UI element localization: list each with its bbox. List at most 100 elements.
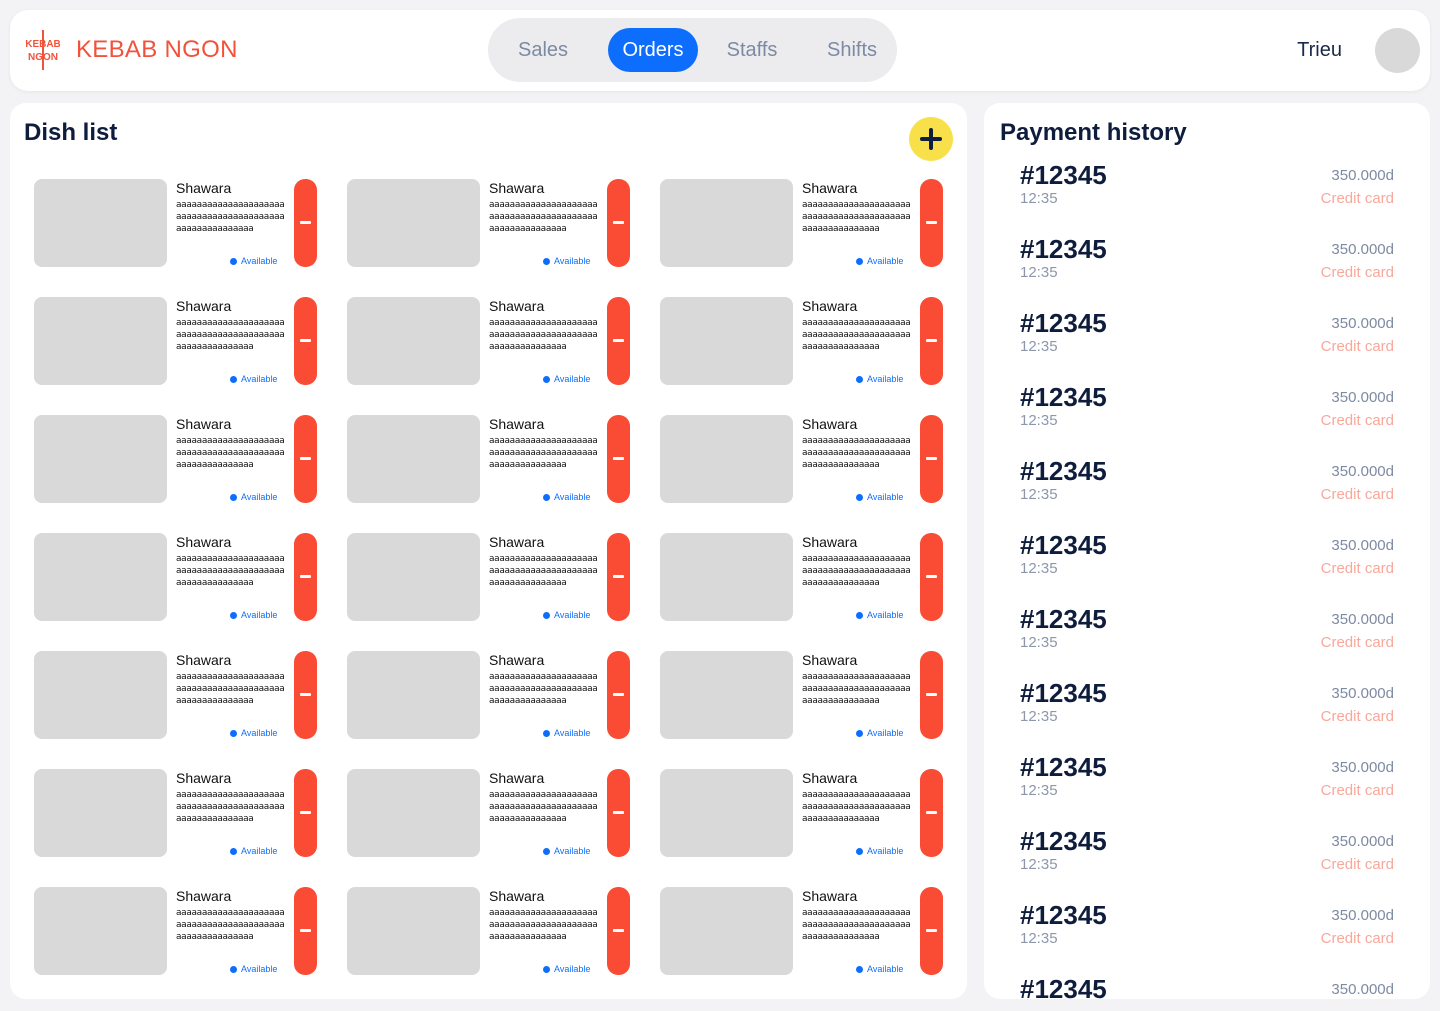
remove-dish-button[interactable] bbox=[607, 887, 630, 975]
dish-card[interactable]: Shawara aaaaaaaaaaaaaaaaaaaaaaaaaaaaaaaaa… bbox=[347, 415, 632, 533]
dish-image bbox=[660, 297, 793, 385]
payment-row[interactable]: #1234512:35350.000dCredit card bbox=[984, 678, 1430, 752]
dish-status: Available bbox=[230, 846, 277, 856]
remove-dish-button[interactable] bbox=[607, 769, 630, 857]
dish-card[interactable]: Shawara aaaaaaaaaaaaaaaaaaaaaaaaaaaaaaaaa… bbox=[34, 887, 319, 999]
dish-card[interactable]: Shawara aaaaaaaaaaaaaaaaaaaaaaaaaaaaaaaaa… bbox=[660, 533, 945, 651]
dish-card[interactable]: Shawara aaaaaaaaaaaaaaaaaaaaaaaaaaaaaaaaa… bbox=[660, 651, 945, 769]
payment-row[interactable]: #1234512:35350.000dCredit card bbox=[984, 530, 1430, 604]
payment-row[interactable]: #1234512:35350.000dCredit card bbox=[984, 382, 1430, 456]
dish-status-label: Available bbox=[241, 728, 278, 738]
order-id: #12345 bbox=[1020, 308, 1107, 338]
dish-card[interactable]: Shawara aaaaaaaaaaaaaaaaaaaaaaaaaaaaaaaaa… bbox=[347, 297, 632, 415]
dish-name: Shawara bbox=[489, 888, 545, 904]
dish-card[interactable]: Shawara aaaaaaaaaaaaaaaaaaaaaaaaaaaaaaaaa… bbox=[34, 769, 319, 887]
status-dot-icon bbox=[856, 847, 863, 855]
dish-description: aaaaaaaaaaaaaaaaaaaaaaaaaaaaaaaaaaaaaaaa… bbox=[176, 318, 285, 352]
remove-dish-button[interactable] bbox=[920, 297, 943, 385]
dish-card[interactable]: Shawara aaaaaaaaaaaaaaaaaaaaaaaaaaaaaaaaa… bbox=[660, 415, 945, 533]
dish-card[interactable]: Shawara aaaaaaaaaaaaaaaaaaaaaaaaaaaaaaaaa… bbox=[34, 179, 319, 297]
remove-dish-button[interactable] bbox=[920, 651, 943, 739]
dish-card[interactable]: Shawara aaaaaaaaaaaaaaaaaaaaaaaaaaaaaaaaa… bbox=[34, 533, 319, 651]
dish-image bbox=[347, 179, 480, 267]
remove-dish-button[interactable] bbox=[294, 533, 317, 621]
tab-shifts[interactable]: Shifts bbox=[812, 28, 892, 72]
svg-text:KEBAB: KEBAB bbox=[26, 39, 60, 50]
order-id: #12345 bbox=[1020, 900, 1107, 930]
remove-dish-button[interactable] bbox=[294, 769, 317, 857]
order-amount: 350.000d bbox=[1331, 759, 1394, 776]
dish-card[interactable]: Shawara aaaaaaaaaaaaaaaaaaaaaaaaaaaaaaaaa… bbox=[347, 651, 632, 769]
remove-dish-button[interactable] bbox=[920, 179, 943, 267]
remove-dish-button[interactable] bbox=[607, 179, 630, 267]
dish-status: Available bbox=[856, 728, 903, 738]
payment-row[interactable]: #1234512:35350.000dCredit card bbox=[984, 826, 1430, 900]
payment-method: Credit card bbox=[1320, 190, 1394, 207]
payment-row[interactable]: #1234512:35350.000dCredit card bbox=[984, 604, 1430, 678]
dish-image bbox=[34, 179, 167, 267]
remove-dish-button[interactable] bbox=[294, 415, 317, 503]
dish-description: aaaaaaaaaaaaaaaaaaaaaaaaaaaaaaaaaaaaaaaa… bbox=[489, 436, 598, 470]
order-id: #12345 bbox=[1020, 530, 1107, 560]
dish-card[interactable]: Shawara aaaaaaaaaaaaaaaaaaaaaaaaaaaaaaaaa… bbox=[660, 887, 945, 999]
dish-card[interactable]: Shawara aaaaaaaaaaaaaaaaaaaaaaaaaaaaaaaaa… bbox=[660, 179, 945, 297]
kebab-logo-icon[interactable]: KEBAB NGON bbox=[26, 30, 60, 70]
dish-image bbox=[660, 769, 793, 857]
dish-card[interactable]: Shawara aaaaaaaaaaaaaaaaaaaaaaaaaaaaaaaaa… bbox=[34, 415, 319, 533]
payment-row[interactable]: #1234512:35350.000dCredit card bbox=[984, 752, 1430, 826]
remove-dish-button[interactable] bbox=[607, 415, 630, 503]
brand-name[interactable]: KEBAB NGON bbox=[76, 36, 238, 64]
remove-dish-button[interactable] bbox=[920, 415, 943, 503]
tab-staffs[interactable]: Staffs bbox=[712, 28, 792, 72]
dish-card[interactable]: Shawara aaaaaaaaaaaaaaaaaaaaaaaaaaaaaaaaa… bbox=[34, 297, 319, 415]
remove-dish-button[interactable] bbox=[920, 533, 943, 621]
remove-dish-button[interactable] bbox=[607, 297, 630, 385]
remove-dish-button[interactable] bbox=[920, 887, 943, 975]
payment-row[interactable]: #1234512:35350.000dCredit card bbox=[984, 234, 1430, 308]
payment-list[interactable]: #12345 12:35 350.000d Credit card #12345 12:3… bbox=[984, 160, 1430, 999]
dish-name: Shawara bbox=[176, 298, 232, 314]
remove-dish-button[interactable] bbox=[294, 297, 317, 385]
payment-row[interactable]: #1234512:35350.000dCredit card bbox=[984, 160, 1430, 234]
dish-card[interactable]: Shawara aaaaaaaaaaaaaaaaaaaaaaaaaaaaaaaaa… bbox=[347, 887, 632, 999]
order-id: #12345 bbox=[1020, 234, 1107, 264]
tab-sales[interactable]: Sales bbox=[508, 28, 578, 72]
payment-row[interactable]: #1234512:35350.000dCredit card bbox=[984, 974, 1430, 999]
order-amount: 350.000d bbox=[1331, 315, 1394, 332]
payment-row[interactable]: #1234512:35350.000dCredit card bbox=[984, 900, 1430, 974]
dish-status-label: Available bbox=[241, 610, 278, 620]
remove-dish-button[interactable] bbox=[294, 179, 317, 267]
dish-status: Available bbox=[543, 846, 590, 856]
add-dish-button[interactable] bbox=[909, 117, 953, 161]
status-dot-icon bbox=[230, 257, 237, 265]
payment-row[interactable]: #1234512:35350.000dCredit card bbox=[984, 456, 1430, 530]
dish-card[interactable]: Shawara aaaaaaaaaaaaaaaaaaaaaaaaaaaaaaaaa… bbox=[347, 179, 632, 297]
tab-orders[interactable]: Orders bbox=[608, 28, 698, 72]
remove-dish-button[interactable] bbox=[607, 533, 630, 621]
dish-card[interactable]: Shawara aaaaaaaaaaaaaaaaaaaaaaaaaaaaaaaaa… bbox=[660, 297, 945, 415]
order-amount: 350.000d bbox=[1331, 907, 1394, 924]
avatar[interactable] bbox=[1375, 28, 1420, 73]
dish-card[interactable]: Shawara aaaaaaaaaaaaaaaaaaaaaaaaaaaaaaaaa… bbox=[660, 769, 945, 887]
dish-status-label: Available bbox=[241, 846, 278, 856]
order-id: #12345 bbox=[1020, 456, 1107, 486]
order-amount: 350.000d bbox=[1331, 167, 1394, 184]
dish-status: Available bbox=[856, 492, 903, 502]
payment-row[interactable]: #1234512:35350.000dCredit card bbox=[984, 308, 1430, 382]
user-name[interactable]: Trieu bbox=[1297, 39, 1342, 62]
dish-card[interactable]: Shawara aaaaaaaaaaaaaaaaaaaaaaaaaaaaaaaaa… bbox=[347, 769, 632, 887]
dish-card[interactable]: Shawara aaaaaaaaaaaaaaaaaaaaaaaaaaaaaaaaa… bbox=[347, 533, 632, 651]
remove-dish-button[interactable] bbox=[920, 769, 943, 857]
remove-dish-button[interactable] bbox=[294, 887, 317, 975]
dish-status: Available bbox=[856, 256, 903, 266]
dish-description: aaaaaaaaaaaaaaaaaaaaaaaaaaaaaaaaaaaaaaaa… bbox=[489, 200, 598, 234]
payment-method: Credit card bbox=[1320, 634, 1394, 651]
payment-method: Credit card bbox=[1320, 856, 1394, 873]
dish-card[interactable]: Shawara aaaaaaaaaaaaaaaaaaaaaaaaaaaaaaaaa… bbox=[34, 651, 319, 769]
remove-dish-button[interactable] bbox=[294, 651, 317, 739]
remove-dish-button[interactable] bbox=[607, 651, 630, 739]
dish-description: aaaaaaaaaaaaaaaaaaaaaaaaaaaaaaaaaaaaaaaa… bbox=[489, 790, 598, 824]
status-dot-icon bbox=[230, 375, 237, 383]
status-dot-icon bbox=[856, 257, 863, 265]
order-time: 12:35 bbox=[1020, 264, 1058, 281]
